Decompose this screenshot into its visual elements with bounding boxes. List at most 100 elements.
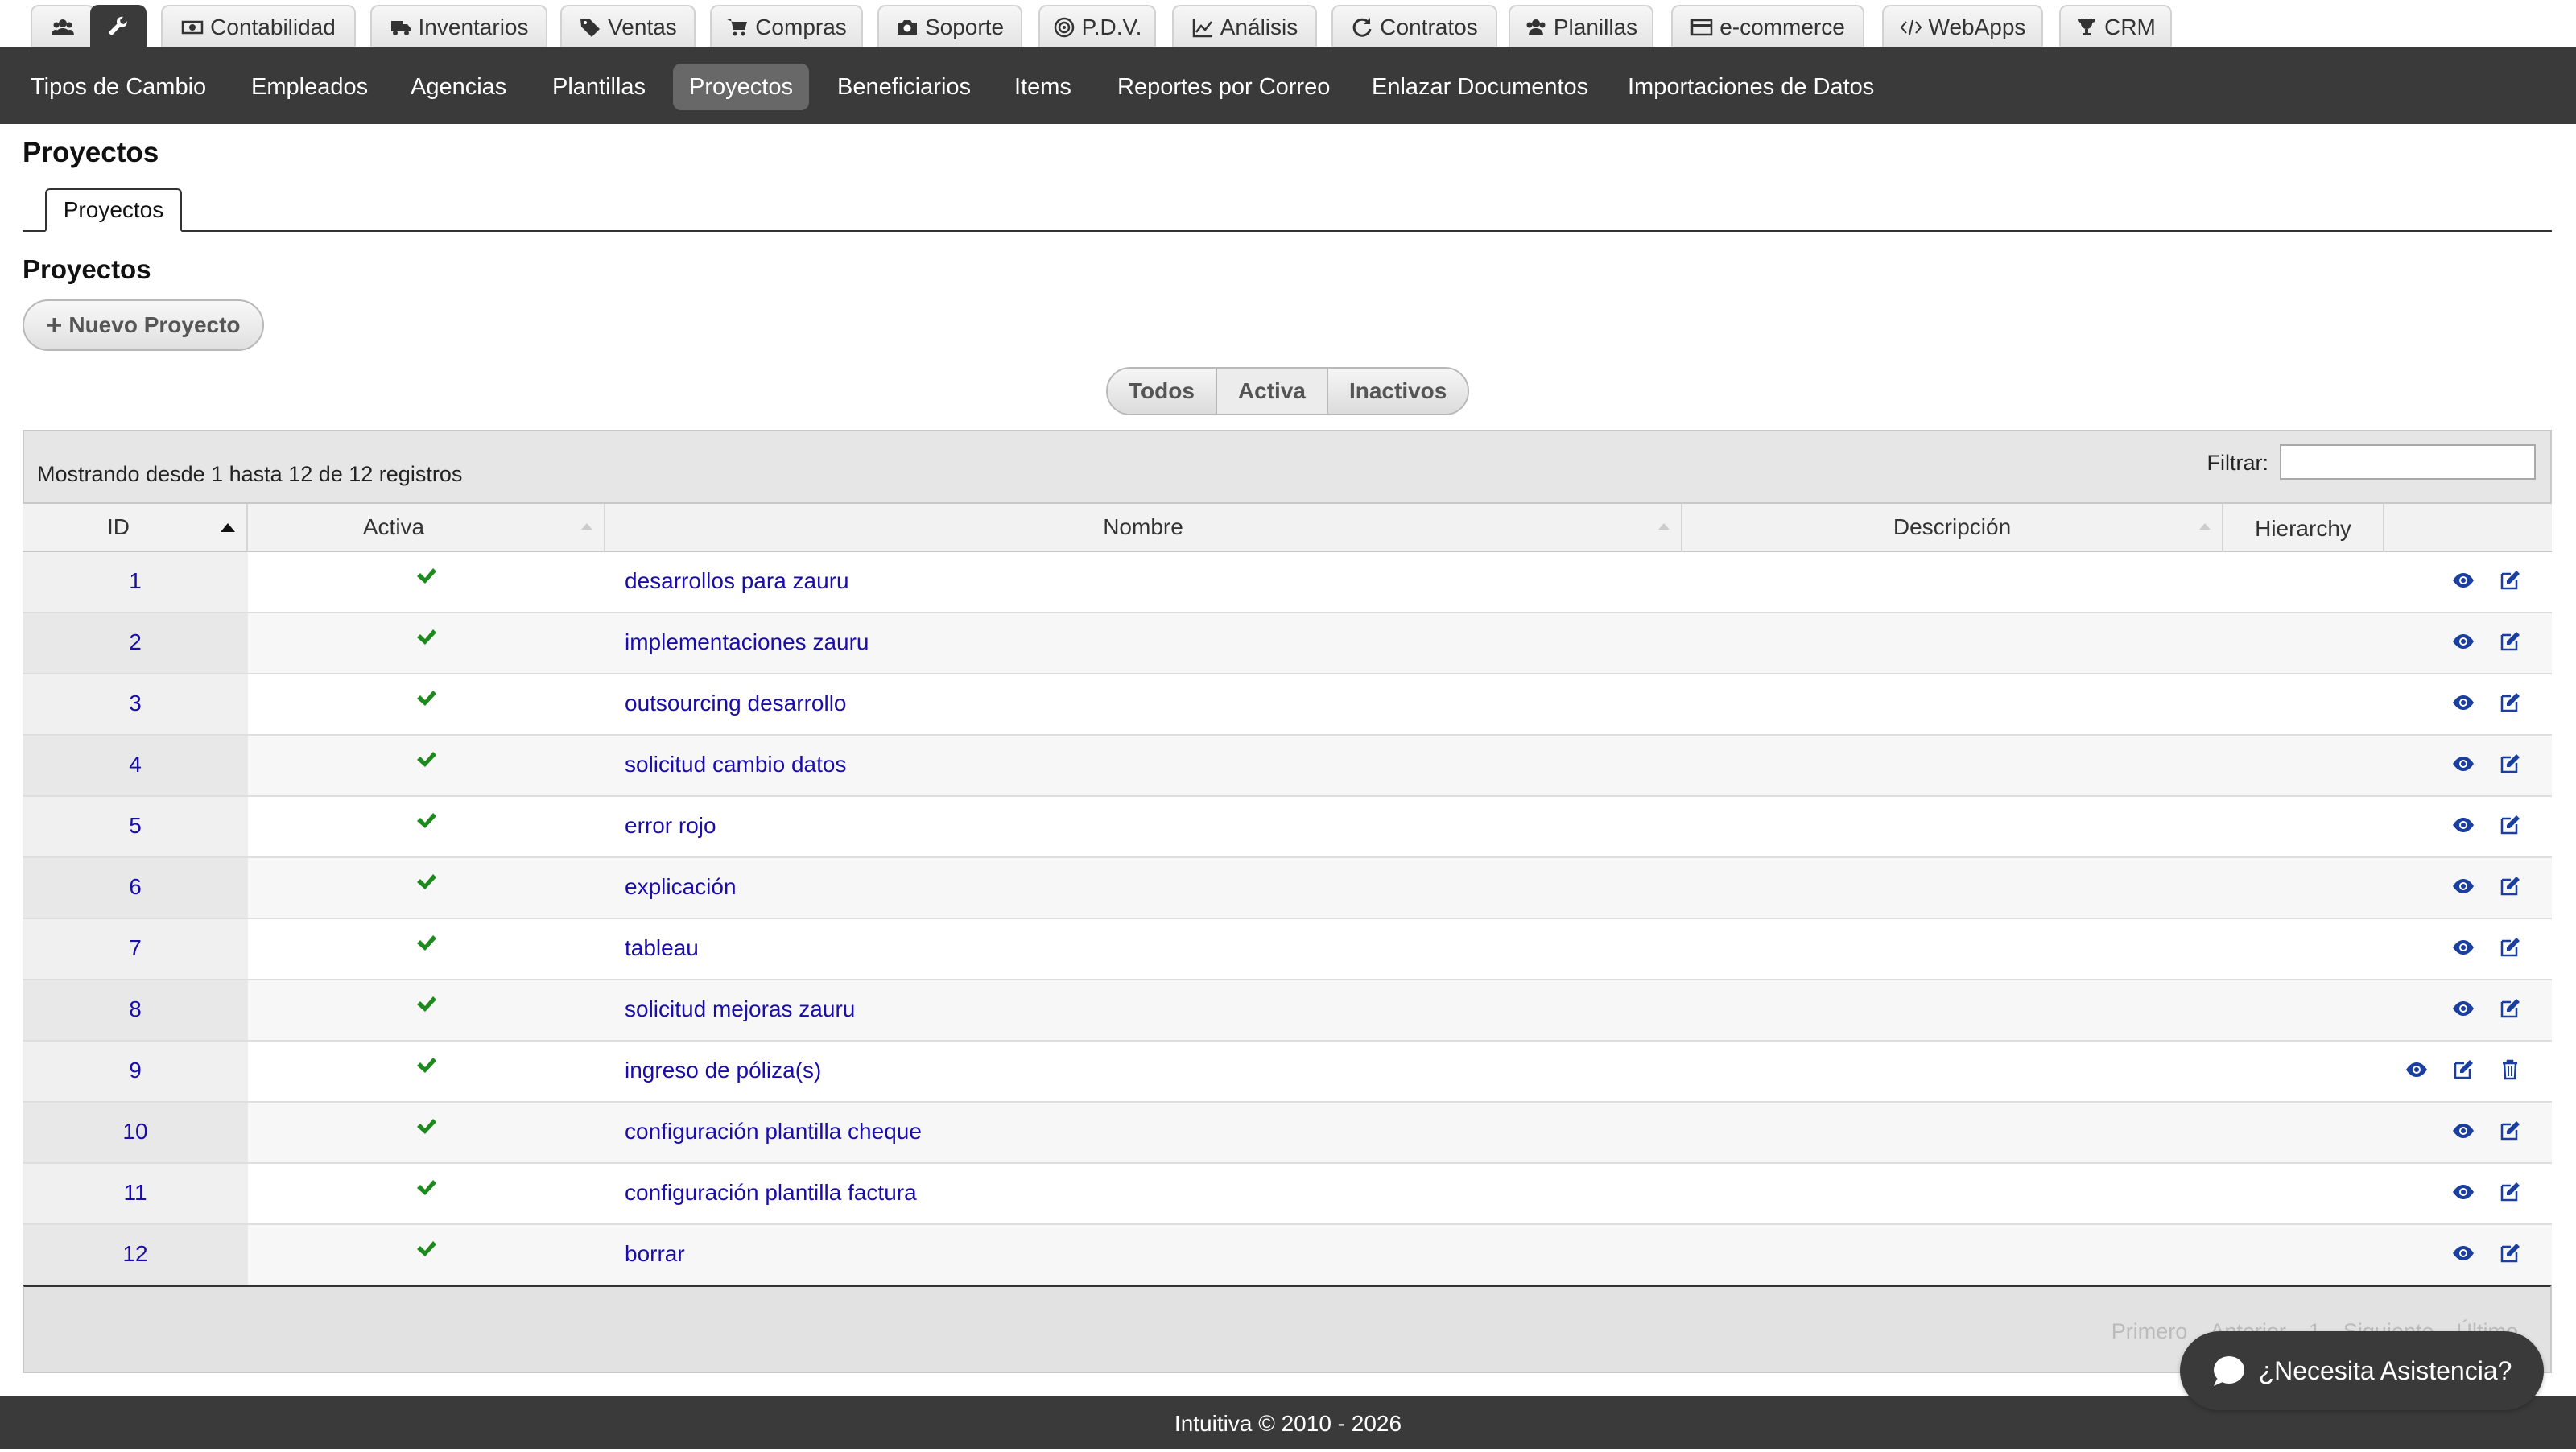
project-name-link[interactable]: explicación xyxy=(625,858,737,916)
tab-ecommerce[interactable]: e-commerce xyxy=(1671,5,1864,48)
row-id-link[interactable]: 3 xyxy=(23,674,248,734)
filter-activa[interactable]: Activa xyxy=(1215,369,1327,414)
row-id-link[interactable]: 6 xyxy=(23,858,248,918)
view-icon[interactable] xyxy=(2452,569,2475,596)
project-name-link[interactable]: desarrollos para zauru xyxy=(625,552,849,610)
view-icon[interactable] xyxy=(2452,814,2475,840)
edit-icon[interactable] xyxy=(2499,753,2521,779)
subnav-proyectos[interactable]: Proyectos xyxy=(673,64,809,110)
view-icon[interactable] xyxy=(2452,1181,2475,1207)
row-id-link[interactable]: 9 xyxy=(23,1042,248,1101)
subnav-plantillas[interactable]: Plantillas xyxy=(536,64,662,110)
delete-icon[interactable] xyxy=(2499,1058,2521,1085)
project-name-link[interactable]: solicitud cambio datos xyxy=(625,736,846,794)
row-id-link[interactable]: 2 xyxy=(23,613,248,673)
edit-icon[interactable] xyxy=(2499,814,2521,840)
help-chat-button[interactable]: ¿Necesita Asistencia? xyxy=(2180,1331,2544,1410)
row-id-link[interactable]: 8 xyxy=(23,980,248,1040)
subnav-agencias[interactable]: Agencias xyxy=(394,64,522,110)
tab-analisis[interactable]: Análisis xyxy=(1172,5,1317,48)
project-name-link[interactable]: borrar xyxy=(625,1225,685,1283)
project-name-link[interactable]: solicitud mejoras zauru xyxy=(625,980,855,1038)
filter-todos[interactable]: Todos xyxy=(1108,369,1216,414)
subnav-reportes-por-correo[interactable]: Reportes por Correo xyxy=(1101,64,1346,110)
checkmark-icon xyxy=(417,996,436,1012)
subnav-tipos-de-cambio[interactable]: Tipos de Cambio xyxy=(14,64,222,110)
project-name-link[interactable]: tableau xyxy=(625,919,699,977)
tab-ventas[interactable]: Ventas xyxy=(560,5,696,48)
edit-icon[interactable] xyxy=(2452,1058,2475,1085)
tab-compras[interactable]: Compras xyxy=(710,5,863,48)
row-actions xyxy=(2375,1225,2552,1285)
table-toolbar: Mostrando desde 1 hasta 12 de 12 registr… xyxy=(23,430,2552,504)
project-name-link[interactable]: ingreso de póliza(s) xyxy=(625,1042,821,1099)
project-name-link[interactable]: outsourcing desarrollo xyxy=(625,674,847,732)
edit-icon[interactable] xyxy=(2499,691,2521,718)
tab-settings[interactable] xyxy=(90,5,147,48)
row-id-link[interactable]: 10 xyxy=(23,1103,248,1162)
project-name-link[interactable]: configuración plantilla factura xyxy=(625,1164,917,1222)
subnav-enlazar-documentos[interactable]: Enlazar Documentos xyxy=(1356,64,1604,110)
view-icon[interactable] xyxy=(2452,875,2475,901)
column-header-id[interactable]: ID xyxy=(23,504,248,551)
row-id-link[interactable]: 11 xyxy=(23,1164,248,1223)
column-header-nombre[interactable]: Nombre xyxy=(605,504,1682,551)
row-actions xyxy=(2375,1042,2552,1101)
pager-first[interactable]: Primero xyxy=(2112,1319,2188,1344)
row-id-link[interactable]: 7 xyxy=(23,919,248,979)
view-icon[interactable] xyxy=(2452,691,2475,718)
table-row: 7 tableau xyxy=(23,919,2552,980)
users-icon xyxy=(1526,19,1546,35)
tab-proyectos[interactable]: Proyectos xyxy=(45,188,182,232)
row-id-link[interactable]: 4 xyxy=(23,736,248,795)
tab-soporte[interactable]: Soporte xyxy=(877,5,1022,48)
tab-planillas[interactable]: Planillas xyxy=(1509,5,1653,48)
tab-crm[interactable]: CRM xyxy=(2059,5,2172,48)
view-icon[interactable] xyxy=(2405,1058,2428,1085)
row-actions xyxy=(2375,980,2552,1040)
subnav-beneficiarios[interactable]: Beneficiarios xyxy=(821,64,987,110)
tab-home[interactable] xyxy=(31,5,95,48)
row-actions xyxy=(2375,858,2552,918)
view-icon[interactable] xyxy=(2452,630,2475,657)
trophy-icon xyxy=(2078,19,2096,35)
edit-icon[interactable] xyxy=(2499,997,2521,1024)
project-name-link[interactable]: configuración plantilla cheque xyxy=(625,1103,922,1161)
edit-icon[interactable] xyxy=(2499,936,2521,963)
filter-inactivos[interactable]: Inactivos xyxy=(1326,369,1468,414)
view-icon[interactable] xyxy=(2452,997,2475,1024)
column-header-hierarchy[interactable]: Hierarchy xyxy=(2223,504,2384,551)
view-icon[interactable] xyxy=(2452,1120,2475,1146)
subnav-empleados[interactable]: Empleados xyxy=(235,64,384,110)
edit-icon[interactable] xyxy=(2499,1242,2521,1268)
subnav-importaciones-de-datos[interactable]: Importaciones de Datos xyxy=(1612,64,1890,110)
edit-icon[interactable] xyxy=(2499,569,2521,596)
view-icon[interactable] xyxy=(2452,1242,2475,1268)
users-icon xyxy=(52,19,74,35)
tab-pdv[interactable]: P.D.V. xyxy=(1038,5,1156,48)
tab-webapps[interactable]: WebApps xyxy=(1882,5,2043,48)
column-header-descripcion[interactable]: Descripción xyxy=(1682,504,2223,551)
tab-contratos[interactable]: Contratos xyxy=(1331,5,1497,48)
project-name-link[interactable]: error rojo xyxy=(625,797,716,855)
row-id-link[interactable]: 12 xyxy=(23,1225,248,1285)
subnav-items[interactable]: Items xyxy=(998,64,1088,110)
tab-inventarios[interactable]: Inventarios xyxy=(370,5,547,48)
edit-icon[interactable] xyxy=(2499,1120,2521,1146)
new-project-button[interactable]: + Nuevo Proyecto xyxy=(23,299,264,351)
edit-icon[interactable] xyxy=(2499,630,2521,657)
project-name-link[interactable]: implementaciones zauru xyxy=(625,613,869,671)
view-icon[interactable] xyxy=(2452,936,2475,963)
table-row: 1 desarrollos para zauru xyxy=(23,552,2552,613)
row-id-link[interactable]: 1 xyxy=(23,552,248,612)
active-status xyxy=(248,919,605,979)
column-header-activa[interactable]: Activa xyxy=(248,504,605,551)
edit-icon[interactable] xyxy=(2499,875,2521,901)
filter-input[interactable] xyxy=(2280,444,2536,480)
table-row: 11 configuración plantilla factura xyxy=(23,1164,2552,1225)
edit-icon[interactable] xyxy=(2499,1181,2521,1207)
view-icon[interactable] xyxy=(2452,753,2475,779)
row-id-link[interactable]: 5 xyxy=(23,797,248,856)
tab-contabilidad[interactable]: Contabilidad xyxy=(161,5,356,48)
table-footer: Primero Anterior 1 Siguiente Último xyxy=(23,1285,2552,1373)
